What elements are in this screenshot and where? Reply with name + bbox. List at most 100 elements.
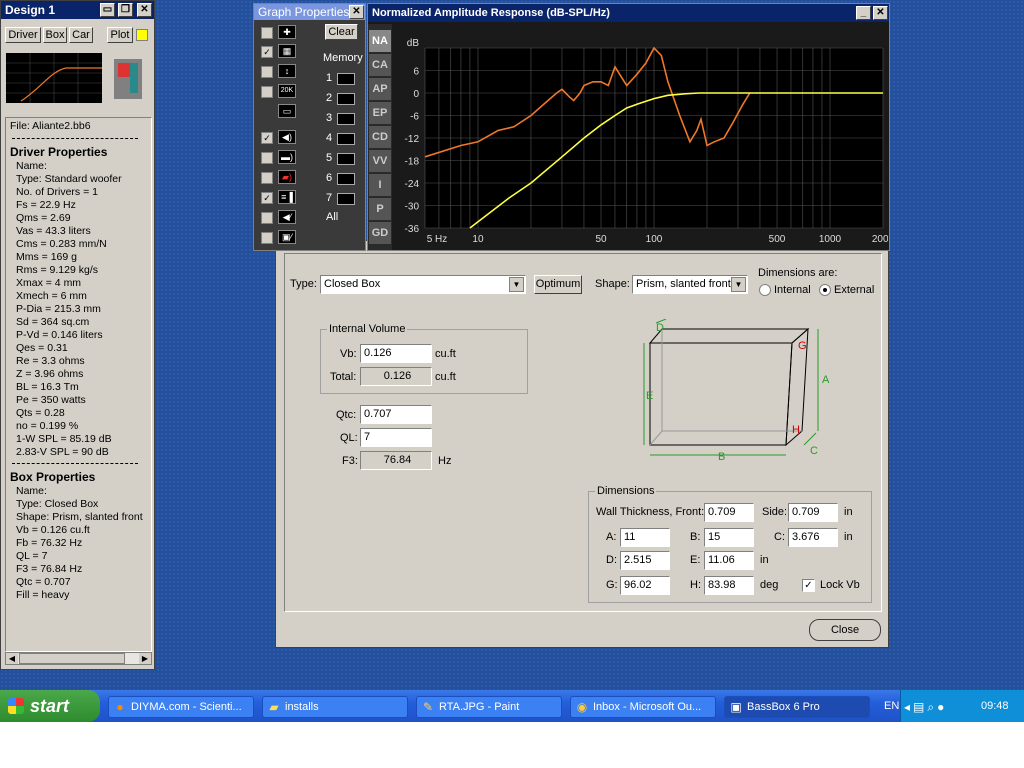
response-tab[interactable]: CA <box>369 54 391 76</box>
checkbox-car[interactable] <box>261 172 273 184</box>
tab-plot[interactable]: Plot <box>107 27 133 43</box>
a-input[interactable]: 11 <box>620 528 670 547</box>
memory-slot-button[interactable] <box>337 193 355 205</box>
type-select[interactable]: Closed Box ▼ <box>320 275 526 294</box>
speaker-icon[interactable]: ◀) <box>278 130 296 144</box>
graph-properties-titlebar[interactable]: Graph Properties ✕ <box>254 4 365 20</box>
tab-car[interactable]: Car <box>69 27 93 43</box>
back-arrow-icon[interactable]: ◂ <box>904 700 913 714</box>
memory-all[interactable]: All <box>326 211 338 223</box>
driver-heading: Driver Properties <box>10 145 108 159</box>
close-icon[interactable]: ✕ <box>873 6 888 20</box>
vb-input[interactable]: 0.126 <box>360 344 432 363</box>
taskbar-item-paint[interactable]: ✎ RTA.JPG - Paint <box>416 696 562 718</box>
wall-front-input[interactable]: 0.709 <box>704 503 754 522</box>
scroll-left-icon[interactable]: ◀ <box>6 653 18 664</box>
memory-slot-button[interactable] <box>337 113 355 125</box>
scroll-right-icon[interactable]: ▶ <box>139 653 151 664</box>
checkbox-20k[interactable] <box>261 86 273 98</box>
language-indicator[interactable]: EN <box>884 700 899 712</box>
box-curve-icon[interactable]: ▣⁄ <box>278 230 296 244</box>
h-input[interactable]: 83.98 <box>704 576 754 595</box>
b-input[interactable]: 15 <box>704 528 754 547</box>
taskbar-item-outlook[interactable]: ◉ Inbox - Microsoft Ou... <box>570 696 716 718</box>
minimize-icon[interactable]: _ <box>856 6 871 20</box>
taskbar-item-bassbox[interactable]: ▣ BassBox 6 Pro <box>724 696 870 718</box>
color-swatch[interactable] <box>136 29 148 41</box>
x-tick-label: 10 <box>472 234 484 245</box>
start-button[interactable]: start <box>0 690 100 722</box>
design-titlebar[interactable]: Design 1 ▭ ❐ ✕ <box>1 1 154 19</box>
wall-side-input[interactable]: 0.709 <box>788 503 838 522</box>
window-icon[interactable]: ▭ <box>278 104 296 118</box>
car-icon[interactable]: ▰) <box>278 170 296 184</box>
response-title: Normalized Amplitude Response (dB-SPL/Hz… <box>372 7 610 19</box>
tab-box[interactable]: Box <box>43 27 67 43</box>
response-tab[interactable]: NA <box>369 30 391 52</box>
mini-response-thumbnail[interactable] <box>6 53 102 103</box>
response-tab[interactable]: VV <box>369 150 391 172</box>
taskbar-item-diyma[interactable]: ● DIYMA.com - Scienti... <box>108 696 254 718</box>
checkbox-cabin[interactable] <box>261 152 273 164</box>
ql-input[interactable]: 7 <box>360 428 432 447</box>
checkbox-speaker[interactable]: ✓ <box>261 132 273 144</box>
e-input[interactable]: 11.06 <box>704 551 754 570</box>
grid-icon[interactable]: ▦ <box>278 44 296 58</box>
horizontal-scrollbar[interactable]: ◀ ▶ <box>5 652 152 665</box>
range-20k-icon[interactable]: 20K <box>278 84 296 98</box>
cabin-icon[interactable]: ▬) <box>278 150 296 164</box>
optimum-button[interactable]: Optimum <box>534 275 582 294</box>
memory-slot-button[interactable] <box>337 133 355 145</box>
speaker-curve-icon[interactable]: ◀⁄ <box>278 210 296 224</box>
response-titlebar[interactable]: Normalized Amplitude Response (dB-SPL/Hz… <box>368 4 889 22</box>
search-icon[interactable]: ⌕ <box>927 700 937 714</box>
checkbox-crosshair[interactable] <box>261 27 273 39</box>
memory-slot-button[interactable] <box>337 153 355 165</box>
memory-slot-button[interactable] <box>337 73 355 85</box>
external-radio[interactable] <box>819 284 831 296</box>
network-icon[interactable]: ▤ <box>913 700 927 714</box>
memory-slot-button[interactable] <box>337 173 355 185</box>
tab-driver[interactable]: Driver <box>5 27 41 43</box>
equalizer-icon[interactable]: ≡▐ <box>278 190 296 204</box>
response-tab[interactable]: CD <box>369 126 391 148</box>
scroll-thumb[interactable] <box>19 653 125 664</box>
response-tab[interactable]: AP <box>369 78 391 100</box>
d-input[interactable]: 2.515 <box>620 551 670 570</box>
restore-icon[interactable]: ▭ <box>100 3 115 17</box>
response-tab[interactable]: EP <box>369 102 391 124</box>
bassbox-icon: ▣ <box>730 700 742 714</box>
internal-radio[interactable] <box>759 284 771 296</box>
close-icon[interactable]: ✕ <box>349 5 364 19</box>
response-tab[interactable]: I <box>369 174 391 196</box>
lock-vb-checkbox[interactable]: ✓ <box>802 579 815 592</box>
qtc-input[interactable]: 0.707 <box>360 405 432 424</box>
property-line: F3 = 76.84 Hz <box>16 563 83 575</box>
shape-select[interactable]: Prism, slanted front ▼ <box>632 275 748 294</box>
response-tab[interactable]: P <box>369 198 391 220</box>
clear-button[interactable]: Clear <box>325 24 358 40</box>
checkbox-box-curve[interactable] <box>261 232 273 244</box>
checkbox-equalizer[interactable]: ✓ <box>261 192 273 204</box>
ql-label: QL: <box>340 432 358 444</box>
g-input[interactable]: 96.02 <box>620 576 670 595</box>
crosshair-icon[interactable]: ✚ <box>278 25 296 39</box>
close-icon[interactable]: ✕ <box>137 3 152 17</box>
property-line: Xmax = 4 mm <box>16 277 82 289</box>
memory-slot-button[interactable] <box>337 93 355 105</box>
maximize-icon[interactable]: ❐ <box>118 3 133 17</box>
checkbox-grid[interactable]: ✓ <box>261 46 273 58</box>
shield-icon[interactable]: ● <box>937 700 947 714</box>
dim-letter-b: B <box>718 451 725 463</box>
c-input[interactable]: 3.676 <box>788 528 838 547</box>
close-button[interactable]: Close <box>809 619 881 641</box>
checkbox-speaker-curve[interactable] <box>261 212 273 224</box>
speaker-box-icon[interactable] <box>114 59 142 99</box>
chevron-down-icon[interactable]: ▼ <box>509 277 524 292</box>
response-tab[interactable]: GD <box>369 222 391 244</box>
checkbox-vertical-scale[interactable] <box>261 66 273 78</box>
taskbar-item-installs[interactable]: ▰ installs <box>262 696 408 718</box>
taskbar-item-label: BassBox 6 Pro <box>747 701 820 713</box>
chevron-down-icon[interactable]: ▼ <box>731 277 746 292</box>
vertical-scale-icon[interactable]: ↕ <box>278 64 296 78</box>
